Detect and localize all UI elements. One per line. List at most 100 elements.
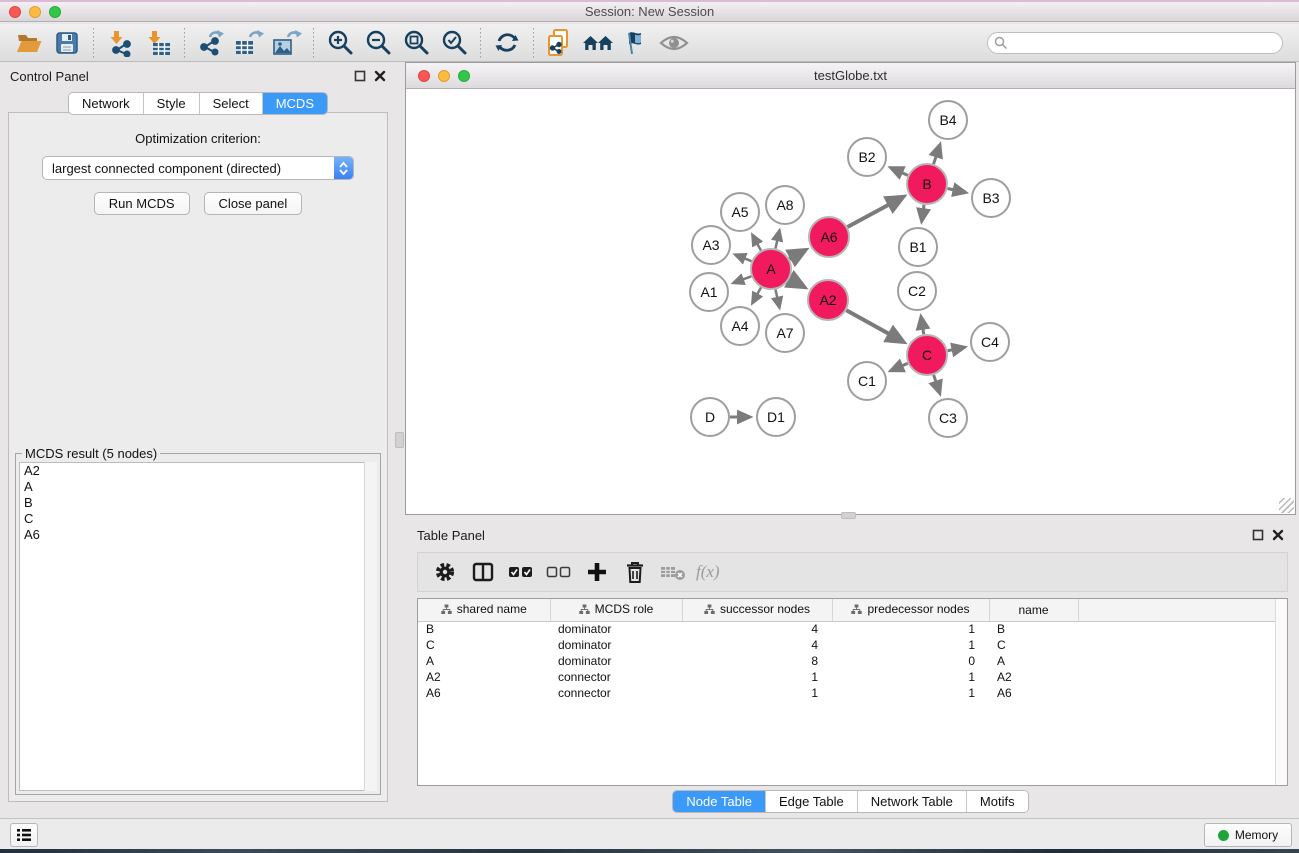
edge-B-B4[interactable] <box>934 145 940 164</box>
vertical-splitter-handle[interactable] <box>395 432 404 448</box>
gear-icon[interactable] <box>426 556 464 588</box>
zoom-selected-icon[interactable] <box>435 27 473 59</box>
tab-node-table[interactable]: Node Table <box>673 791 766 812</box>
edge-A-A1[interactable] <box>733 276 751 283</box>
flag-icon[interactable] <box>617 27 655 59</box>
node-A5[interactable]: A5 <box>721 193 759 231</box>
edge-A-A6[interactable] <box>789 250 805 259</box>
node-D[interactable]: D <box>691 398 729 436</box>
zoom-out-icon[interactable] <box>359 27 397 59</box>
edge-C-C1[interactable] <box>891 363 908 370</box>
save-session-icon[interactable] <box>48 27 86 59</box>
node-A4[interactable]: A4 <box>721 307 759 345</box>
network-canvas[interactable]: B4B2BB3A8A5A6A3B1AA1C2A2A4A7C4CC1C3DD1 <box>406 89 1295 514</box>
node-A6[interactable]: A6 <box>809 217 849 257</box>
float-panel-icon[interactable] <box>354 70 366 82</box>
edge-A2-C[interactable] <box>846 310 903 342</box>
node-B[interactable]: B <box>907 164 947 204</box>
optimization-criterion-select[interactable]: largest connected component (directed) <box>42 156 354 180</box>
result-list-scrollbar[interactable] <box>364 462 377 791</box>
edge-C-C2[interactable] <box>921 317 924 335</box>
close-panel-button[interactable]: Close panel <box>204 192 303 215</box>
refresh-icon[interactable] <box>488 27 526 59</box>
node-A[interactable]: A <box>751 249 791 289</box>
table-row[interactable]: Bdominator41B <box>418 621 1287 637</box>
table-scrollbar[interactable] <box>1275 599 1287 785</box>
result-item[interactable]: A6 <box>20 527 376 543</box>
column-header-shared-name[interactable]: shared name <box>418 599 550 621</box>
close-panel-icon[interactable] <box>1272 529 1284 541</box>
node-C4[interactable]: C4 <box>971 323 1009 361</box>
tab-network[interactable]: Network <box>69 93 144 114</box>
tab-motifs[interactable]: Motifs <box>967 791 1028 812</box>
trash-icon[interactable] <box>616 556 654 588</box>
edge-A-A5[interactable] <box>752 235 761 251</box>
close-panel-icon[interactable] <box>374 70 386 82</box>
node-C1[interactable]: C1 <box>848 362 886 400</box>
column-header-predecessor-nodes[interactable]: predecessor nodes <box>832 599 989 621</box>
node-D1[interactable]: D1 <box>757 398 795 436</box>
column-header-name[interactable]: name <box>989 599 1078 621</box>
node-A1[interactable]: A1 <box>690 273 728 311</box>
edge-A-A2[interactable] <box>789 279 804 287</box>
result-item[interactable]: B <box>20 495 376 511</box>
node-C2[interactable]: C2 <box>898 272 936 310</box>
node-B4[interactable]: B4 <box>929 101 967 139</box>
node-A3[interactable]: A3 <box>692 226 730 264</box>
edge-A-A3[interactable] <box>735 255 751 262</box>
checked-checkboxes-icon[interactable] <box>502 556 540 588</box>
edge-A-A7[interactable] <box>775 290 779 308</box>
import-network-icon[interactable] <box>101 27 139 59</box>
node-B3[interactable]: B3 <box>972 179 1010 217</box>
export-image-icon[interactable] <box>268 27 306 59</box>
tab-network-table[interactable]: Network Table <box>858 791 967 812</box>
edge-B-B3[interactable] <box>948 188 966 192</box>
node-B1[interactable]: B1 <box>899 228 937 266</box>
table-row[interactable]: A2connector11A2 <box>418 669 1287 685</box>
tab-mcds[interactable]: MCDS <box>263 93 327 114</box>
node-A2[interactable]: A2 <box>808 280 848 320</box>
table-row[interactable]: Cdominator41C <box>418 637 1287 653</box>
edge-C-C3[interactable] <box>934 375 940 393</box>
column-header-mcds-role[interactable]: MCDS role <box>550 599 682 621</box>
export-table-icon[interactable] <box>230 27 268 59</box>
import-table-icon[interactable] <box>139 27 177 59</box>
search-input[interactable] <box>987 32 1283 54</box>
edge-A6-B[interactable] <box>847 197 903 227</box>
edge-A-A8[interactable] <box>775 230 779 248</box>
edge-B-B1[interactable] <box>922 205 924 221</box>
result-item[interactable]: C <box>20 511 376 527</box>
node-A8[interactable]: A8 <box>766 186 804 224</box>
zoom-fit-icon[interactable] <box>397 27 435 59</box>
split-columns-icon[interactable] <box>464 556 502 588</box>
result-item[interactable]: A <box>20 479 376 495</box>
table-row[interactable]: Adominator80A <box>418 653 1287 669</box>
float-panel-icon[interactable] <box>1252 529 1264 541</box>
tab-style[interactable]: Style <box>144 93 200 114</box>
edge-C-C4[interactable] <box>948 347 965 351</box>
mcds-result-list[interactable]: A2ABCA6 <box>19 462 377 791</box>
plus-icon[interactable] <box>578 556 616 588</box>
horizontal-splitter-handle[interactable] <box>841 512 856 519</box>
tab-edge-table[interactable]: Edge Table <box>766 791 858 812</box>
edge-A-A4[interactable] <box>752 287 761 303</box>
documents-share-icon[interactable] <box>541 27 579 59</box>
node-A7[interactable]: A7 <box>766 314 804 352</box>
export-network-icon[interactable] <box>192 27 230 59</box>
node-B2[interactable]: B2 <box>848 138 886 176</box>
zoom-in-icon[interactable] <box>321 27 359 59</box>
houses-icon[interactable] <box>579 27 617 59</box>
result-item[interactable]: A2 <box>20 463 376 479</box>
table-row[interactable]: A6connector11A6 <box>418 685 1287 701</box>
node-C3[interactable]: C3 <box>929 399 967 437</box>
tab-select[interactable]: Select <box>200 93 263 114</box>
network-window-titlebar[interactable]: testGlobe.txt <box>406 63 1295 89</box>
run-mcds-button[interactable]: Run MCDS <box>94 192 190 215</box>
edge-B-B2[interactable] <box>891 168 908 176</box>
eye-icon[interactable] <box>655 27 693 59</box>
column-header-successor-nodes[interactable]: successor nodes <box>682 599 832 621</box>
open-session-icon[interactable] <box>10 27 48 59</box>
unchecked-checkboxes-icon[interactable] <box>540 556 578 588</box>
memory-button[interactable]: Memory <box>1204 823 1292 847</box>
window-resize-grip[interactable] <box>1279 498 1294 513</box>
